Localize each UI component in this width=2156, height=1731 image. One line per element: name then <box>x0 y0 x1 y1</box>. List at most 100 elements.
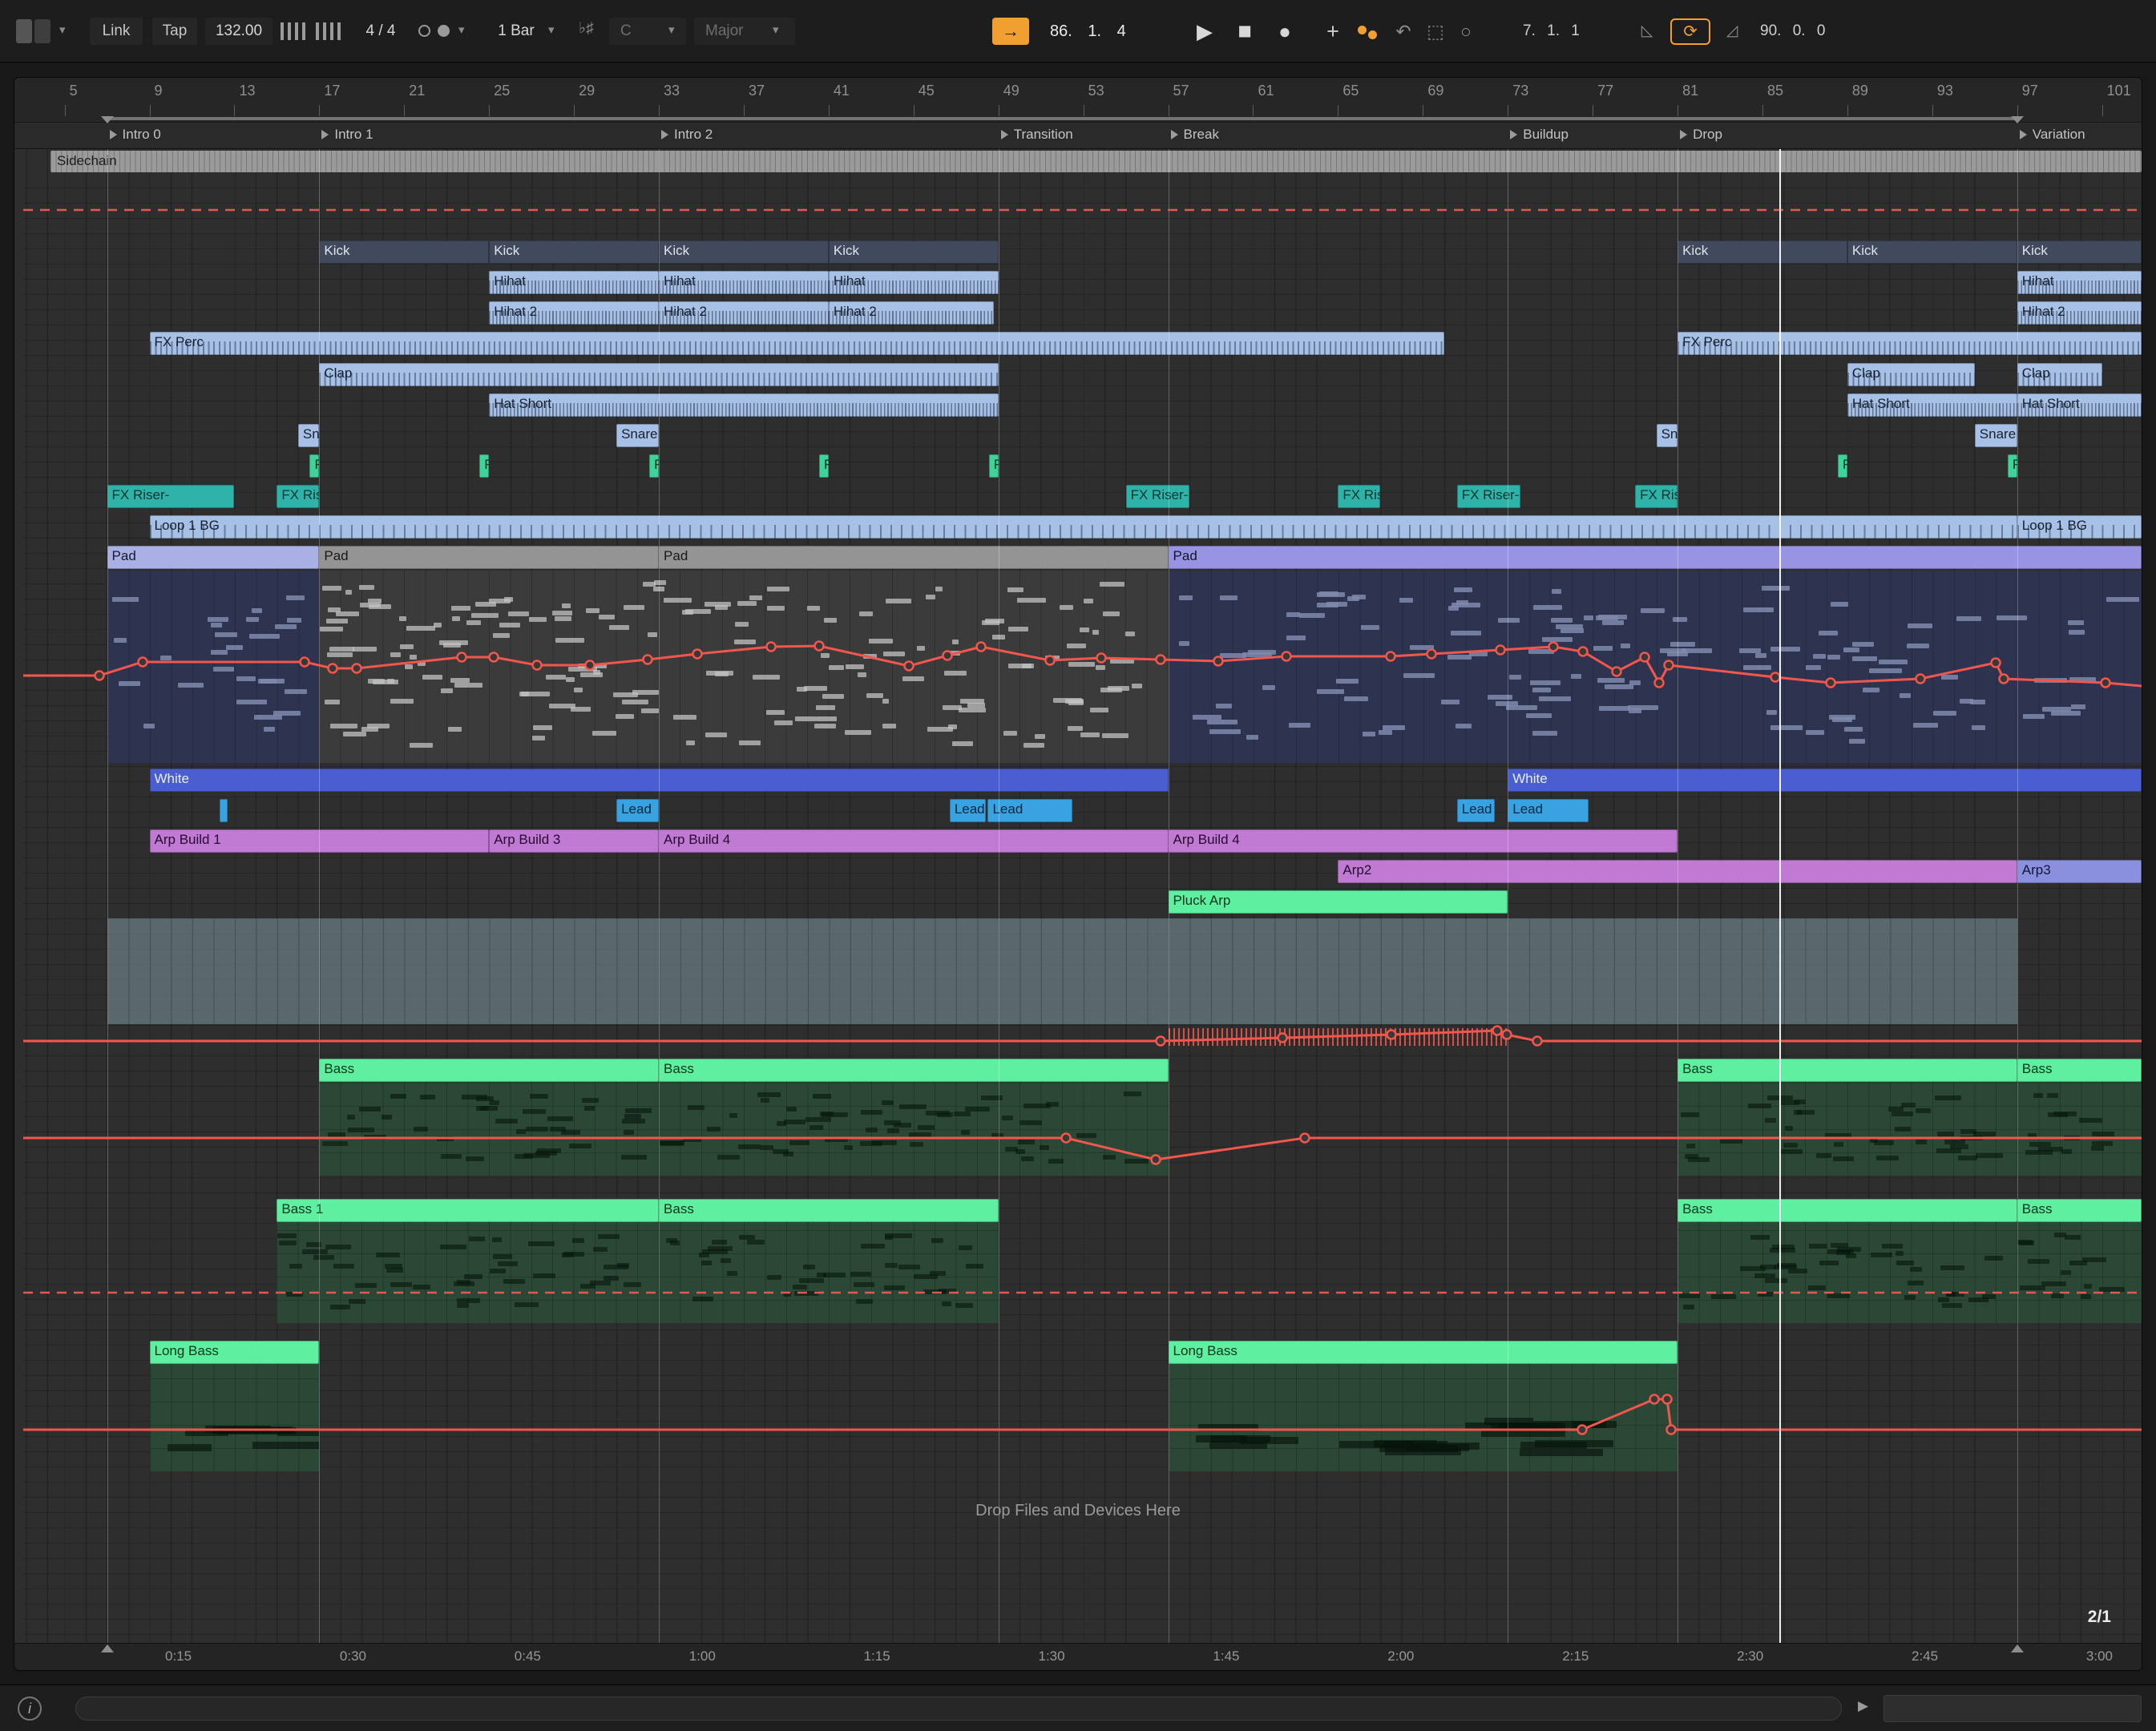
clip-clap[interactable]: Clap <box>1847 363 1975 386</box>
clip-bass-1[interactable]: Bass 1 <box>277 1199 659 1222</box>
clip-bass[interactable]: Bass <box>2017 1059 2142 1082</box>
play-button[interactable]: ▶ <box>1188 14 1221 48</box>
region-wedge[interactable] <box>1169 1028 1508 1046</box>
follow-button[interactable]: → <box>992 18 1029 45</box>
clip-fx-riser[interactable]: FX Riser- <box>1635 485 1678 508</box>
locator-intro-0[interactable]: Intro 0 <box>110 127 161 143</box>
clip-fx-riser[interactable]: FX Riser- <box>107 485 235 508</box>
clip-fx-riser[interactable]: FX Riser- <box>1338 485 1380 508</box>
clip-lead[interactable]: Lead <box>1457 799 1496 822</box>
metronome-icon[interactable] <box>418 25 430 37</box>
clip-kick[interactable]: Kick <box>1678 240 1847 264</box>
clip-snare[interactable]: Snare <box>1657 424 1678 447</box>
clip-long-bass[interactable]: Long Bass <box>1169 1341 1678 1364</box>
locator-intro-2[interactable]: Intro 2 <box>661 127 713 143</box>
link-button[interactable]: Link <box>90 18 143 45</box>
clip-arp-build-4[interactable]: Arp Build 4 <box>659 829 1169 853</box>
clip-hat-short[interactable]: Hat Short <box>1847 393 2017 417</box>
clip-fx-perc[interactable]: FX Perc <box>150 332 1444 355</box>
tap-tempo-button[interactable]: Tap <box>152 18 197 45</box>
clip-fill[interactable]: Fill <box>2008 454 2017 478</box>
clip-fx-perc[interactable]: FX Perc <box>1678 332 2142 355</box>
region-midi-navy[interactable] <box>107 571 320 763</box>
locator-variation[interactable]: Variation <box>2020 127 2085 143</box>
region-midi-navy2[interactable] <box>1169 571 2142 763</box>
loop-brace[interactable] <box>107 117 2017 120</box>
clip-lead[interactable] <box>220 799 228 822</box>
key-scale-menu[interactable]: Major <box>694 18 795 45</box>
locator-buildup[interactable]: Buildup <box>1510 127 1569 143</box>
locator-drop[interactable]: Drop <box>1680 127 1722 143</box>
zoom-level-indicator[interactable]: 2/1 <box>2088 1608 2111 1627</box>
loop-length-field[interactable]: 90. 0. 0 <box>1760 19 1825 43</box>
region-bass1-body[interactable] <box>659 1082 1169 1176</box>
clip-snare[interactable]: Snare <box>1975 424 2017 447</box>
clip-hihat-2[interactable]: Hihat 2 <box>829 301 995 325</box>
clip-bass[interactable]: Bass <box>1678 1199 2017 1222</box>
arrangement-position-field[interactable]: 86. 1. 4 <box>1050 18 1126 45</box>
clip-white[interactable]: White <box>1508 769 2142 792</box>
region-longbass-body[interactable] <box>1169 1364 1678 1471</box>
time-signature-field[interactable]: 4 / 4 <box>353 18 409 45</box>
clip-hihat-2[interactable]: Hihat 2 <box>2017 301 2142 325</box>
view-layout-toggle-icon[interactable] <box>16 19 53 43</box>
status-mini-play-icon[interactable]: ▶ <box>1858 1698 1868 1714</box>
region-bass1-body[interactable] <box>2017 1082 2142 1176</box>
clip-lead[interactable]: Lead <box>987 799 1072 822</box>
info-icon[interactable]: i <box>18 1697 42 1721</box>
stop-button[interactable]: ■ <box>1228 14 1262 48</box>
clip-kick[interactable]: Kick <box>489 240 659 264</box>
clip-fill[interactable]: Fill <box>649 454 659 478</box>
clip-fill[interactable]: Fill <box>819 454 829 478</box>
region-midi-gray[interactable] <box>319 571 1168 763</box>
metronome-ticks-icon-2[interactable] <box>316 22 341 40</box>
clip-loop-1-bg[interactable]: Loop 1 BG <box>150 515 2017 539</box>
clip-arp-build-3[interactable]: Arp Build 3 <box>489 829 659 853</box>
punch-in-icon[interactable]: ◺ <box>1632 16 1662 46</box>
clip-fill[interactable]: Fill <box>1838 454 1847 478</box>
record-button[interactable]: ● <box>1268 14 1302 48</box>
clip-sidechain[interactable]: Sidechain <box>50 151 2142 172</box>
punch-out-icon[interactable]: ◿ <box>1717 16 1747 46</box>
loop-brace-end[interactable] <box>101 116 114 123</box>
clip-fill[interactable]: Fill <box>309 454 319 478</box>
clip-bass[interactable]: Bass <box>319 1059 659 1082</box>
clip-hat-short[interactable]: Hat Short <box>2017 393 2142 417</box>
clip-pad[interactable]: Pad <box>659 546 1169 569</box>
region-bass2-body[interactable] <box>2017 1222 2142 1323</box>
clip-fx-riser[interactable]: FX Riser- <box>1457 485 1520 508</box>
clip-fx-riser[interactable]: FX Riser- <box>1126 485 1189 508</box>
locator-transition[interactable]: Transition <box>1001 127 1073 143</box>
clip-hihat[interactable]: Hihat <box>829 271 999 294</box>
time-ruler[interactable] <box>14 1643 2142 1670</box>
loop-button[interactable]: ⟳ <box>1670 18 1710 45</box>
clip-loop-1-bg[interactable]: Loop 1 BG <box>2017 515 2142 539</box>
region-teal[interactable] <box>107 918 2017 1024</box>
clip-pad[interactable]: Pad <box>1169 546 2142 569</box>
automation-arm-icon[interactable] <box>1358 26 1367 34</box>
clip-hihat-2[interactable]: Hihat 2 <box>489 301 659 325</box>
clip-bass[interactable]: Bass <box>659 1059 1169 1082</box>
region-longbass-body[interactable] <box>150 1364 320 1471</box>
clip-hihat[interactable]: Hihat <box>2017 271 2142 294</box>
loop-start-field[interactable]: 7. 1. 1 <box>1523 19 1580 43</box>
clip-kick[interactable]: Kick <box>1847 240 2017 264</box>
clip-kick[interactable]: Kick <box>829 240 999 264</box>
clip-fill[interactable]: Fill <box>989 454 999 478</box>
loop-marker-icon[interactable] <box>101 1644 114 1652</box>
clip-hihat[interactable]: Hihat <box>489 271 659 294</box>
chevron-down-icon[interactable]: ▾ <box>59 22 66 37</box>
clip-bass[interactable]: Bass <box>1678 1059 2017 1082</box>
clip-clap[interactable]: Clap <box>2017 363 2102 386</box>
loop-marker-icon[interactable] <box>2011 1644 2024 1652</box>
clip-snare[interactable]: Snare <box>298 424 319 447</box>
metronome-icon-filled[interactable] <box>438 25 450 37</box>
clip-pad[interactable]: Pad <box>107 546 320 569</box>
clip-hat-short[interactable]: Hat Short <box>489 393 999 417</box>
clip-arp3[interactable]: Arp3 <box>2017 860 2142 883</box>
add-track-button[interactable]: + <box>1318 16 1348 46</box>
clip-hihat-2[interactable]: Hihat 2 <box>659 301 829 325</box>
chevron-down-icon[interactable]: ▾ <box>548 22 555 37</box>
chevron-down-icon[interactable]: ▾ <box>458 22 465 37</box>
clip-pluck-arp[interactable]: Pluck Arp <box>1169 890 1508 914</box>
